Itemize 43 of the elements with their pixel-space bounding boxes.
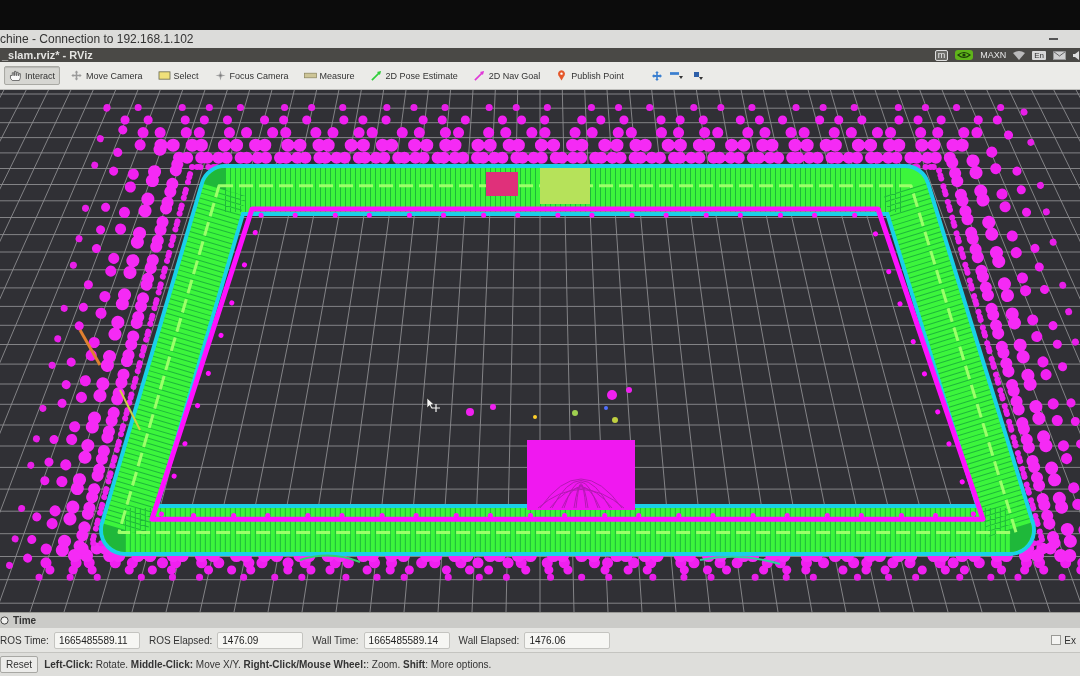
tool-button[interactable]: Publish Point (550, 66, 629, 85)
checkbox-label: Ex (1064, 634, 1076, 646)
ruler-icon (303, 70, 317, 81)
arrow-icon (369, 70, 383, 81)
tool-button[interactable]: 2D Nav Goal (467, 66, 546, 85)
caret-icon (678, 76, 683, 79)
field-label: Wall Time: (312, 634, 359, 646)
envelope-icon[interactable] (1053, 50, 1066, 60)
hand-icon (9, 70, 22, 81)
tool-button[interactable]: Move Camera (65, 66, 148, 85)
mouse-cursor-icon (426, 397, 441, 413)
swirl-logo-icon[interactable] (955, 50, 974, 60)
move-arrows-icon (70, 70, 83, 81)
panel-title: Time (13, 615, 37, 626)
tool-button[interactable]: Focus Camera (208, 66, 294, 85)
arrow-icon (472, 70, 486, 81)
time-field[interactable]: 1476.06 (524, 631, 611, 649)
field-label: ROS Elapsed: (148, 634, 213, 646)
time-field[interactable]: 1665485589.14 (363, 631, 450, 649)
power-mode-label: MAXN (980, 50, 1007, 60)
move-cross-icon[interactable] (651, 70, 662, 81)
app-indicator[interactable]: m (934, 49, 949, 61)
caret-icon (698, 76, 703, 80)
reset-button[interactable]: Reset (0, 656, 39, 673)
tool-button[interactable]: Measure (298, 66, 360, 85)
window-title: _slam.rviz* - RViz (2, 49, 94, 61)
minus-icon (669, 72, 679, 75)
circle-icon[interactable] (0, 616, 9, 625)
time-field[interactable]: 1476.09 (217, 631, 304, 649)
window-title: chine - Connection to 192.168.1.102 (0, 32, 195, 46)
mouse-hints-text: Left-Click: Rotate. Middle-Click: Move X/Y. Right-Click/Mouse Wheel:: Zoom. Shift: More options. (44, 659, 492, 670)
keyboard-layout-indicator[interactable]: En (1032, 50, 1046, 60)
tool-button[interactable]: Interact (4, 66, 60, 85)
crosshair-icon (213, 70, 227, 81)
tool-button[interactable]: Select (152, 66, 204, 85)
field-label: ROS Time: (0, 634, 49, 646)
checkbox[interactable] (1051, 635, 1062, 645)
wifi-icon[interactable] (1013, 50, 1026, 60)
time-field[interactable]: 1665485589.11 (53, 631, 140, 649)
selection-rectangle-icon (157, 70, 171, 81)
field-label: Wall Elapsed: (458, 634, 520, 646)
speaker-icon[interactable] (1073, 50, 1080, 60)
tool-button[interactable]: 2D Pose Estimate (364, 66, 463, 85)
